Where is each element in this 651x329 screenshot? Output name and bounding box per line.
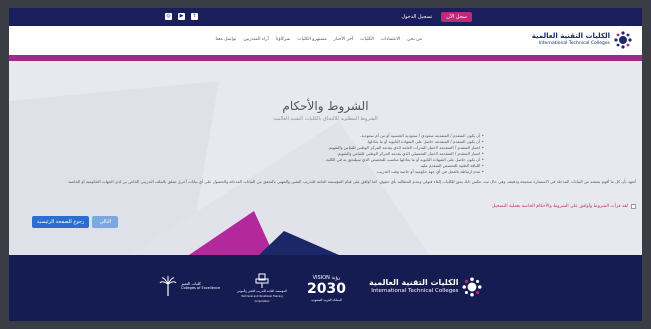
nav-item-partners[interactable]: شركاؤنا (276, 37, 291, 42)
agree-label[interactable]: لقد قرأت الشروط وأوافق على الشروط والأحك… (492, 204, 628, 209)
excellence-en: Colleges of Excellence (181, 286, 221, 290)
tvtc-en: Technical and Vocational Training Corpor… (241, 295, 283, 303)
tvtc-logo: المؤسسة العامة للتدريب التقني والمهني Te… (237, 273, 287, 304)
main-navbar: الكليات التقنية العالمية International T… (9, 26, 642, 55)
itc-logo-icon (462, 277, 483, 297)
vision-2030-logo: VISION رؤية 2030 المملكة العربية السعودي… (307, 274, 346, 304)
twitter-icon[interactable]: t (191, 13, 198, 20)
vision-sub: المملكة العربية السعودية (311, 298, 342, 302)
logo-text-ar: الكليات التقنية العالمية (531, 32, 610, 40)
nav-item-contact[interactable]: تواصل معنا (216, 37, 237, 42)
auth-buttons: سجل الآن تسجيل الدخول (396, 12, 472, 22)
next-button[interactable]: التالي (92, 216, 119, 228)
itc-logo-icon (614, 31, 632, 49)
footer: الكليات التقنية العالمية International T… (9, 255, 642, 321)
logo-text-en: International Technical Colleges (538, 41, 610, 46)
vision-year: 2030 (307, 281, 346, 297)
nav-item-testimonials[interactable]: آراء المتدربين (243, 37, 268, 42)
footer-itc-logo: الكليات التقنية العالمية International T… (369, 277, 483, 297)
tvtc-emblem-icon (255, 273, 269, 288)
nav-item-accreditations[interactable]: الاعتمادات (381, 37, 400, 42)
nav-item-news[interactable]: آخر الأخبار (334, 37, 353, 42)
footer-itc-en: International Technical Colleges (371, 288, 459, 294)
excellence-logo: كليات التميز Colleges of Excellence (159, 275, 220, 297)
social-links: ◎ ▶ t (165, 13, 198, 20)
top-bar: سجل الآن تسجيل الدخول ◎ ▶ t (9, 8, 642, 26)
nav-menu: من نحن الاعتمادات الكليات آخر الأخبار مش… (216, 37, 422, 42)
form-actions: رجوع للصفحة الرئيسية التالي (32, 216, 119, 228)
youtube-icon[interactable]: ▶ (178, 13, 185, 20)
nav-item-famous[interactable]: مشتهرو الكليات (297, 37, 327, 42)
page-subtitle: الشروط المطلوبة للالتحاق بالكليات التقني… (273, 116, 378, 122)
terms-list: أن يكون المتقدم / المتقدمة سعودي / سعودي… (184, 133, 484, 175)
agree-row: لقد قرأت الشروط وأوافق على الشروط والأحك… (492, 204, 636, 209)
pledge-paragraph: أتعهد بأن كل ما أقوم بتعبئته من البيانات… (67, 179, 636, 184)
browser-frame: سجل الآن تسجيل الدخول ◎ ▶ t الكليات التق… (9, 8, 642, 321)
login-button[interactable]: تسجيل الدخول (396, 12, 437, 22)
terms-content: الشروط والأحكام الشروط المطلوبة للالتحاق… (9, 61, 642, 255)
list-item: عدم ارتباطه بالعمل في أي جهة حكومية أو خ… (184, 169, 484, 175)
site-logo[interactable]: الكليات التقنية العالمية International T… (532, 31, 632, 49)
footer-itc-ar: الكليات التقنية العالمية (369, 278, 459, 287)
page-title: الشروط والأحكام (282, 99, 369, 113)
nav-item-about[interactable]: من نحن (407, 37, 422, 42)
agree-checkbox[interactable] (631, 204, 636, 209)
nav-item-colleges[interactable]: الكليات (360, 37, 374, 42)
home-button[interactable]: رجوع للصفحة الرئيسية (32, 216, 90, 228)
palm-icon (159, 276, 177, 296)
register-button[interactable]: سجل الآن (441, 12, 472, 22)
instagram-icon[interactable]: ◎ (165, 13, 172, 20)
